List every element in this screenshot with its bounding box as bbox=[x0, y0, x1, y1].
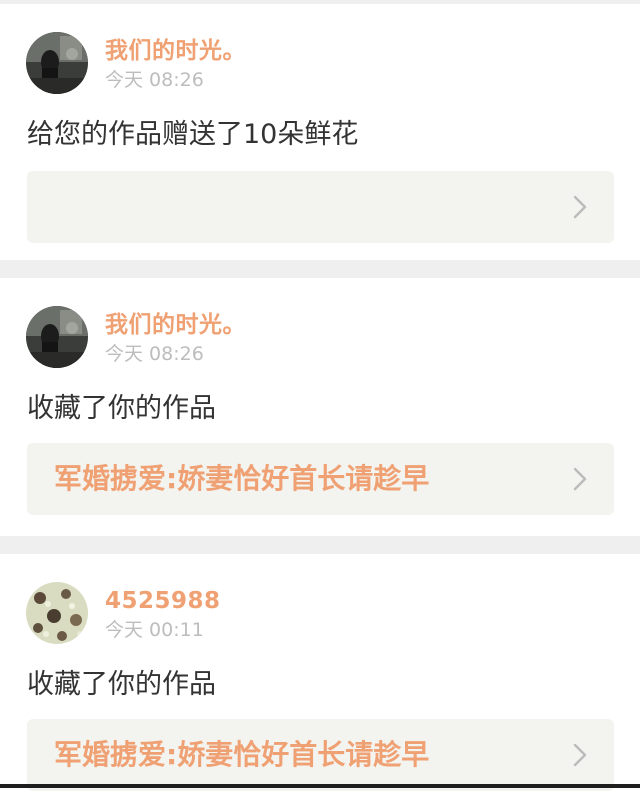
notification-card: 我们的时光。 今天 08:26 收藏了你的作品 军婚掳爱:娇妻恰好首长请趁早 bbox=[0, 278, 640, 536]
timestamp: 今天 08:26 bbox=[105, 69, 204, 91]
dark-photo-avatar-icon bbox=[26, 32, 88, 94]
work-link[interactable]: 军婚掳爱:娇妻恰好首长请趁早 bbox=[27, 443, 614, 515]
notification-action-text: 给您的作品赠送了10朵鲜花 bbox=[27, 119, 359, 150]
username[interactable]: 我们的时光。 bbox=[105, 310, 246, 340]
floral-photo-avatar-icon bbox=[26, 582, 88, 644]
timestamp: 今天 08:26 bbox=[105, 343, 204, 365]
chevron-right-icon bbox=[560, 195, 600, 219]
chevron-right-icon bbox=[560, 467, 600, 491]
work-title: 军婚掳爱:娇妻恰好首长请趁早 bbox=[54, 462, 430, 495]
notification-meta: 我们的时光。 今天 08:26 bbox=[105, 36, 246, 92]
work-link[interactable]: 军婚掳爱:娇妻恰好首长请趁早 bbox=[27, 719, 614, 791]
notification-feed: 我们的时光。 今天 08:26 给您的作品赠送了10朵鲜花 我们的时光。 今天 … bbox=[0, 4, 640, 806]
notification-action-text: 收藏了你的作品 bbox=[27, 669, 216, 700]
notification-meta: 我们的时光。 今天 08:26 bbox=[105, 310, 246, 366]
work-title: 军婚掳爱:娇妻恰好首长请趁早 bbox=[54, 738, 430, 771]
timestamp: 今天 00:11 bbox=[105, 619, 204, 641]
notification-header: 我们的时光。 今天 08:26 bbox=[0, 306, 640, 368]
work-link[interactable] bbox=[27, 171, 614, 243]
user-avatar[interactable] bbox=[26, 32, 88, 94]
user-avatar[interactable] bbox=[26, 306, 88, 368]
notification-header: 4525988 今天 00:11 bbox=[0, 582, 640, 644]
notification-meta: 4525988 今天 00:11 bbox=[105, 586, 221, 642]
notification-card: 4525988 今天 00:11 收藏了你的作品 军婚掳爱:娇妻恰好首长请趁早 bbox=[0, 554, 640, 806]
notification-header: 我们的时光。 今天 08:26 bbox=[0, 32, 640, 94]
screen-bottom-edge bbox=[0, 784, 640, 788]
username[interactable]: 4525988 bbox=[105, 586, 221, 616]
notification-action-text: 收藏了你的作品 bbox=[27, 393, 216, 424]
notification-card: 我们的时光。 今天 08:26 给您的作品赠送了10朵鲜花 bbox=[0, 4, 640, 260]
chevron-right-icon bbox=[560, 743, 600, 767]
user-avatar[interactable] bbox=[26, 582, 88, 644]
dark-photo-avatar-icon bbox=[26, 306, 88, 368]
username[interactable]: 我们的时光。 bbox=[105, 36, 246, 66]
